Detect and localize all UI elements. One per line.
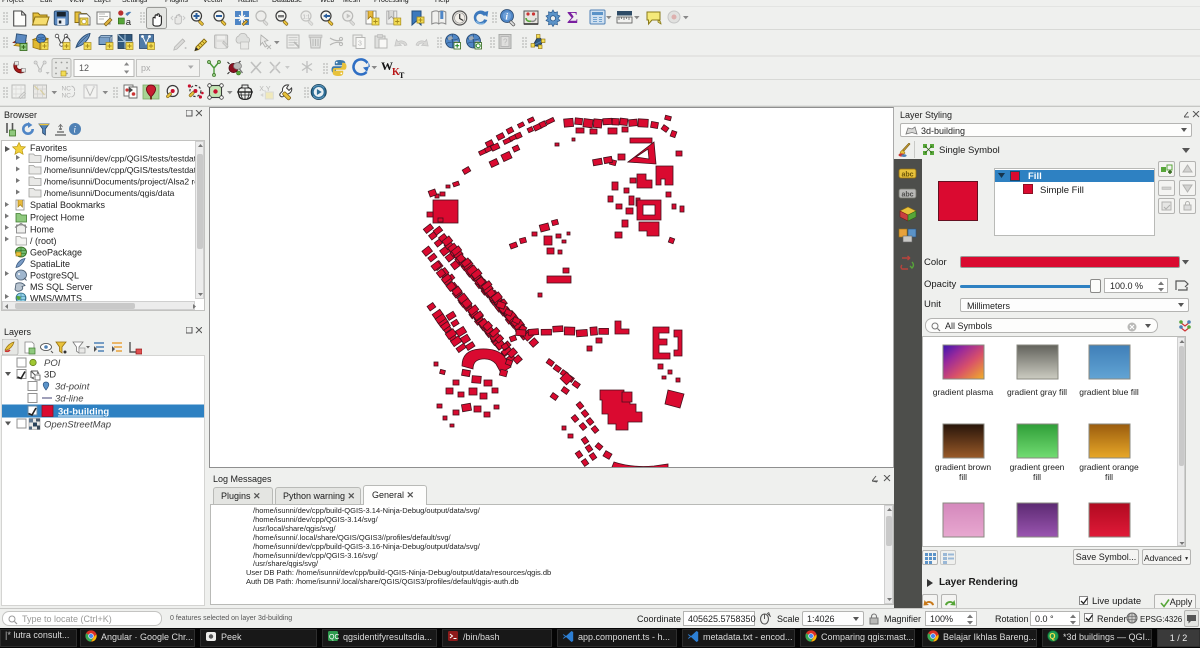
svg-text:MS SQL Server: MS SQL Server	[30, 282, 93, 292]
svg-text:NC: NC	[62, 86, 72, 93]
svg-text:fill: fill	[1033, 472, 1041, 482]
svg-text:/home/isunni/Documents/qgis/da: /home/isunni/Documents/qgis/data	[44, 188, 175, 198]
svg-text:/home/isunni/dev/cpp/QGIS/test: /home/isunni/dev/cpp/QGIS/tests/testdata	[44, 165, 201, 175]
svg-text:Spatial Bookmarks: Spatial Bookmarks	[30, 200, 106, 210]
svg-text:/home/isunni/Documents/project: /home/isunni/Documents/project/Alsa2 ro	[44, 177, 199, 187]
svg-text:1:1: 1:1	[303, 15, 311, 21]
svg-text:GeoPackage: GeoPackage	[30, 248, 82, 258]
svg-text:3: 3	[358, 41, 362, 48]
svg-text:QC: QC	[329, 634, 339, 641]
svg-text:PostgreSQL: PostgreSQL	[30, 271, 79, 281]
svg-text:gradient gray fill: gradient gray fill	[1007, 387, 1067, 397]
svg-text:gradient brown: gradient brown	[935, 462, 992, 472]
svg-text:fill: fill	[1105, 472, 1113, 482]
svg-text:gradient green: gradient green	[1010, 462, 1065, 472]
svg-text:Favorites: Favorites	[30, 143, 68, 153]
svg-text:NC: NC	[62, 93, 72, 100]
svg-text:OpenStreetMap: OpenStreetMap	[44, 420, 111, 431]
svg-text:3d-point: 3d-point	[55, 382, 90, 393]
svg-text:12: 12	[79, 63, 89, 73]
svg-text:Home: Home	[30, 225, 54, 235]
svg-text:3d-building: 3d-building	[58, 407, 109, 418]
svg-text:gradient plasma: gradient plasma	[933, 387, 994, 397]
svg-text:Project Home: Project Home	[30, 213, 85, 223]
svg-text:Σ: Σ	[567, 8, 578, 27]
svg-text:3D: 3D	[44, 370, 56, 381]
svg-text:/ (root): / (root)	[30, 236, 57, 246]
svg-text:Q: Q	[1049, 632, 1055, 641]
svg-text:fill: fill	[959, 472, 967, 482]
svg-text:abc: abc	[902, 172, 914, 179]
svg-text:POI: POI	[44, 358, 61, 369]
svg-text:px: px	[141, 63, 151, 73]
svg-text:SpatiaLite: SpatiaLite	[30, 259, 70, 269]
svg-text:gradient orange: gradient orange	[1079, 462, 1139, 472]
svg-text:/home/isunni/dev/cpp/QGIS/test: /home/isunni/dev/cpp/QGIS/tests/testdata	[44, 154, 201, 164]
svg-text:3d-line: 3d-line	[55, 394, 84, 405]
svg-text:abc: abc	[902, 192, 914, 199]
svg-text:a: a	[126, 17, 132, 28]
svg-text:?: ?	[503, 38, 508, 47]
svg-text:gradient blue fill: gradient blue fill	[1079, 387, 1139, 397]
svg-text:T: T	[399, 71, 405, 80]
